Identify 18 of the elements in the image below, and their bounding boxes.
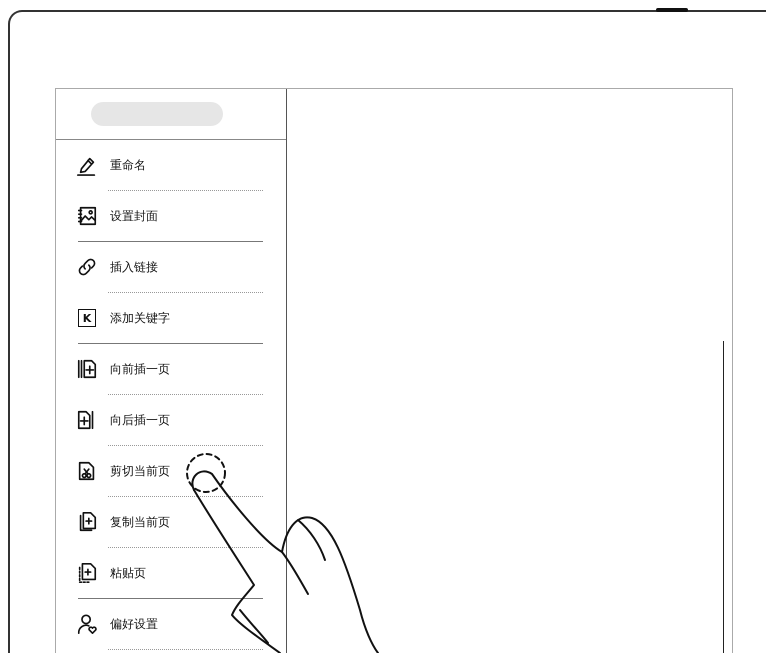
menu-item[interactable]: 剪切当前页 bbox=[56, 446, 174, 496]
menu-item[interactable]: 复制当前页 bbox=[56, 497, 174, 547]
menu-item[interactable]: 粘贴页 bbox=[56, 548, 150, 598]
menu-item[interactable]: 插入链接 bbox=[56, 242, 162, 292]
menu-item[interactable]: K 添加关键字 bbox=[56, 293, 174, 343]
paste-page-icon bbox=[76, 562, 98, 584]
image-icon bbox=[76, 205, 98, 227]
menu-item[interactable]: 向前插一页 bbox=[56, 344, 174, 394]
letter-box-icon: K bbox=[78, 309, 96, 327]
menu-item[interactable]: 向后插一页 bbox=[56, 395, 174, 445]
menu-item[interactable]: 设置封面 bbox=[56, 191, 162, 241]
link-icon bbox=[76, 256, 98, 278]
menu-item[interactable]: 重命名 bbox=[56, 140, 150, 190]
menu-item[interactable]: 偏好设置 bbox=[56, 599, 162, 649]
page-insert-before-icon bbox=[76, 358, 98, 380]
person-heart-icon bbox=[76, 613, 98, 635]
search-pill[interactable] bbox=[91, 102, 223, 126]
tap-indicator bbox=[186, 453, 226, 493]
